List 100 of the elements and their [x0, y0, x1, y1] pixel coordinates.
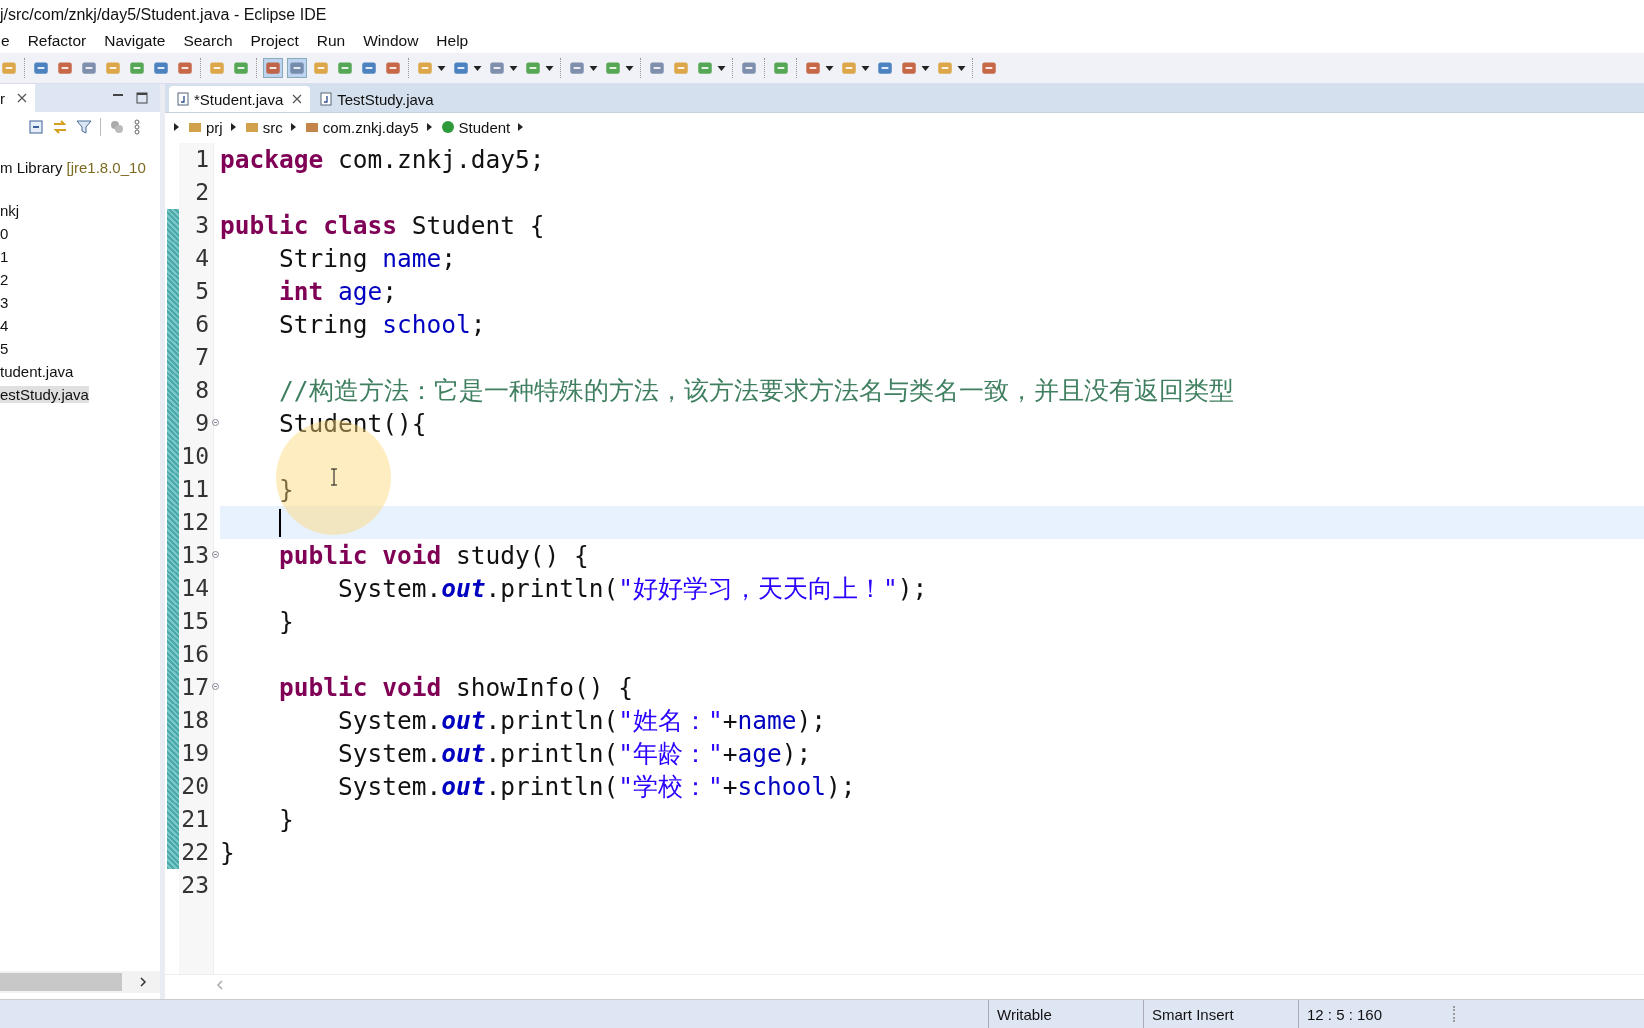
line-number: 9: [195, 410, 209, 436]
circles-icon[interactable]: [109, 119, 125, 135]
line-number: 18: [181, 707, 209, 733]
java-file-icon: [320, 92, 333, 106]
code-line: String school;: [279, 309, 486, 341]
breadcrumb-arrow-icon: [229, 122, 238, 132]
menu-item[interactable]: Window: [362, 32, 420, 50]
menu-item[interactable]: Run: [315, 32, 347, 50]
package-icon: [304, 120, 319, 134]
code-line: }: [279, 804, 294, 836]
line-number: 6: [195, 311, 209, 337]
line-number: 13: [181, 542, 209, 568]
scrollbar-thumb[interactable]: [0, 973, 122, 991]
tree-item[interactable]: 4: [0, 317, 9, 334]
code-line: System.out.println("年龄："+age);: [338, 738, 812, 770]
line-number: 5: [195, 278, 209, 304]
code-line: }: [279, 606, 294, 638]
window-title: j/src/com/znkj/day5/Student.java - Eclipse IDE: [0, 5, 327, 24]
code-line: System.out.println("好好学习，天天向上！");: [338, 573, 928, 605]
dropdown-arrow-icon[interactable]: [861, 65, 870, 71]
project-icon: [188, 120, 202, 134]
breadcrumb-arrow-icon: [173, 122, 181, 132]
close-icon[interactable]: [292, 94, 303, 104]
view-menu-icon[interactable]: [133, 119, 141, 135]
scroll-right-icon[interactable]: [138, 976, 148, 988]
line-number: 17: [181, 674, 209, 700]
menu-item[interactable]: Project: [249, 32, 300, 50]
code-line: Student(){: [279, 408, 427, 440]
dropdown-arrow-icon[interactable]: [589, 65, 598, 71]
maximize-icon[interactable]: [136, 92, 148, 104]
tree-item[interactable]: tudent.java: [0, 363, 74, 380]
tree-item-decoration: [jre1.8.0_10: [66, 159, 146, 176]
line-number: 16: [181, 641, 209, 667]
collapse-icon[interactable]: [28, 119, 44, 135]
breadcrumb-item[interactable]: com.znkj.day5: [304, 118, 419, 136]
status-field: 12 : 5 : 160: [1298, 1000, 1453, 1028]
tree-item[interactable]: 0: [0, 225, 9, 242]
dropdown-arrow-icon[interactable]: [509, 65, 518, 71]
text-caret: [279, 508, 281, 537]
code-line: public class Student {: [220, 210, 545, 242]
menu-item[interactable]: Navigate: [103, 32, 167, 50]
line-number: 22: [181, 839, 209, 865]
line-number: 4: [195, 245, 209, 271]
scroll-left-icon[interactable]: [215, 979, 225, 991]
editor-tab[interactable]: *Student.java: [169, 86, 311, 112]
status-field: Smart Insert: [1143, 1000, 1298, 1028]
line-number: 3: [195, 212, 209, 238]
line-number: 23: [181, 872, 209, 898]
tree-item[interactable]: 1: [0, 248, 9, 265]
editor-tab[interactable]: TestStudy.java: [312, 86, 442, 112]
dropdown-arrow-icon[interactable]: [437, 65, 446, 71]
code-line: //构造方法：它是一种特殊的方法，该方法要求方法名与类名一致，并且没有返回类型: [279, 375, 1234, 407]
code-line: package com.znkj.day5;: [220, 144, 545, 176]
tree-item[interactable]: 5: [0, 340, 9, 357]
tree-item[interactable]: 3: [0, 294, 9, 311]
filter-icon[interactable]: [76, 119, 92, 135]
line-number: 1: [195, 146, 209, 172]
breadcrumb-item[interactable]: src: [244, 118, 283, 136]
code-line: int age;: [279, 276, 398, 308]
line-number: 21: [181, 806, 209, 832]
line-number: 8: [195, 377, 209, 403]
breadcrumb-arrow-icon: [289, 122, 298, 132]
fold-icon[interactable]: [212, 683, 219, 690]
dropdown-arrow-icon[interactable]: [921, 65, 930, 71]
link-arrows-icon[interactable]: [52, 119, 68, 135]
breadcrumb-item[interactable]: Student: [440, 118, 511, 136]
tree-item[interactable]: 2: [0, 271, 9, 288]
fold-icon[interactable]: [212, 551, 219, 558]
dropdown-arrow-icon[interactable]: [717, 65, 726, 71]
tree-item[interactable]: nkj: [0, 202, 20, 219]
dropdown-arrow-icon[interactable]: [625, 65, 634, 71]
menu-item[interactable]: Search: [182, 32, 234, 50]
menu-item[interactable]: Help: [435, 32, 470, 50]
dropdown-arrow-icon[interactable]: [545, 65, 554, 71]
fold-icon[interactable]: [212, 419, 219, 426]
close-icon[interactable]: [17, 93, 27, 103]
code-line: public void study() {: [279, 540, 589, 572]
dropdown-arrow-icon[interactable]: [957, 65, 966, 71]
line-number: 19: [181, 740, 209, 766]
code-line: }: [220, 837, 235, 869]
tree-item[interactable]: m Library: [0, 159, 63, 176]
breadcrumb-item[interactable]: prj: [188, 118, 223, 136]
code-line: }: [279, 474, 294, 506]
line-number: 20: [181, 773, 209, 799]
line-number: 11: [181, 476, 209, 502]
menu-item[interactable]: e: [0, 32, 11, 50]
status-field: Writable: [988, 1000, 1143, 1028]
menu-item[interactable]: Refactor: [26, 32, 88, 50]
line-number: 10: [181, 443, 209, 469]
tree-item[interactable]: estStudy.java: [0, 386, 89, 403]
view-tab[interactable]: r: [0, 84, 35, 112]
line-number: 7: [195, 344, 209, 370]
dropdown-arrow-icon[interactable]: [473, 65, 482, 71]
line-number: 12: [181, 509, 209, 535]
line-number: 15: [181, 608, 209, 634]
line-number: 2: [195, 179, 209, 205]
text-cursor-icon: [330, 468, 338, 486]
code-line: System.out.println("学校："+school);: [338, 771, 856, 803]
dropdown-arrow-icon[interactable]: [825, 65, 834, 71]
java-file-icon: [177, 92, 189, 106]
